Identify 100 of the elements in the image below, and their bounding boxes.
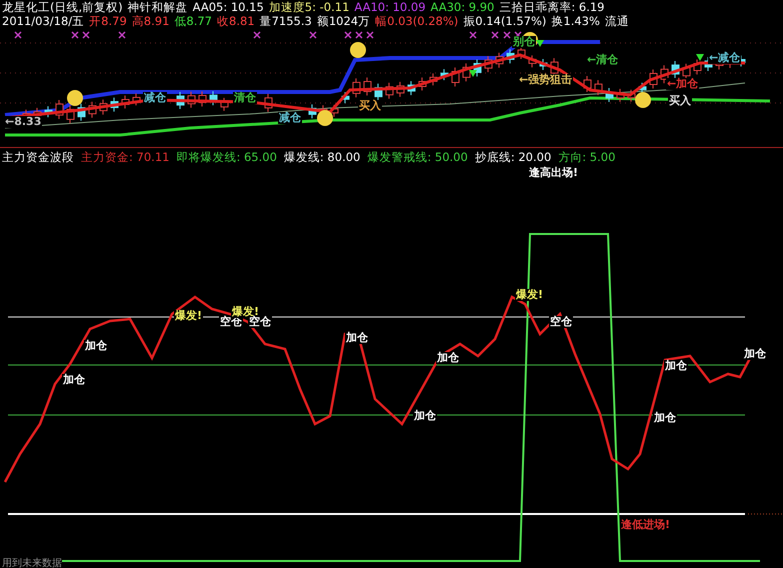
signal-label: 加仓 bbox=[653, 412, 677, 424]
header-text: 幅0.03(0.28%) bbox=[375, 14, 458, 28]
candlestick bbox=[308, 104, 316, 119]
cross-marker-icon bbox=[82, 31, 90, 39]
header-text: 龙星化工(日线,前复权) bbox=[2, 0, 123, 14]
footer-note: 用到未来数据 bbox=[2, 558, 62, 568]
candlestick bbox=[462, 62, 470, 82]
candlestick bbox=[352, 78, 360, 98]
candlestick bbox=[528, 54, 536, 68]
cross-marker-icon bbox=[118, 31, 126, 39]
signal-label: 空仓 bbox=[248, 316, 272, 328]
candlestick bbox=[506, 48, 514, 64]
candlestick bbox=[396, 81, 404, 98]
candlestick bbox=[100, 99, 108, 116]
cross-marker-icon bbox=[14, 31, 22, 39]
indicator-text: 爆发警戒线: 50.00 bbox=[367, 150, 468, 164]
candlestick bbox=[364, 77, 372, 96]
down-arrow-icon bbox=[469, 70, 477, 77]
candlestick bbox=[386, 82, 394, 100]
signal-label: ←加仓 bbox=[666, 78, 700, 90]
signal-label: 逢低进场! bbox=[620, 519, 672, 531]
signal-label: 减仓 bbox=[143, 92, 167, 104]
signal-label: 加仓 bbox=[84, 340, 108, 352]
candlestick bbox=[210, 90, 218, 106]
down-arrow-icon bbox=[536, 40, 544, 47]
candlestick bbox=[342, 92, 350, 104]
candlestick bbox=[88, 101, 96, 118]
indicator-text: 主力资金: 70.11 bbox=[81, 150, 170, 164]
candlestick bbox=[440, 68, 448, 81]
candlestick bbox=[650, 69, 658, 89]
indicator-text: 方向: 5.00 bbox=[558, 150, 616, 164]
header-text: 量7155.3 bbox=[260, 14, 312, 28]
signal-label: 逢高出场! bbox=[528, 167, 580, 179]
signal-label: ←减仓 bbox=[708, 52, 742, 64]
header-text: 收8.81 bbox=[217, 14, 255, 28]
header-text: 振0.14(1.57%) bbox=[463, 14, 546, 28]
candlestick bbox=[122, 95, 130, 109]
candlestick bbox=[408, 80, 416, 96]
candlestick bbox=[66, 104, 74, 124]
header-text: 额1024万 bbox=[316, 14, 370, 28]
candlestick bbox=[430, 72, 438, 86]
cross-marker-icon bbox=[309, 31, 317, 39]
header-text: 开8.79 bbox=[89, 14, 127, 28]
cross-marker-icon bbox=[344, 31, 352, 39]
signal-label: 爆发! bbox=[174, 310, 204, 322]
signal-label: 买入 bbox=[668, 95, 692, 107]
signal-label: 减仓 bbox=[278, 112, 302, 124]
header-text: 低8.77 bbox=[174, 14, 212, 28]
header-text: 换1.43% bbox=[551, 14, 600, 28]
indicator-text: 即将爆发线: 65.00 bbox=[176, 150, 277, 164]
candlestick bbox=[616, 88, 624, 102]
cross-marker-icon bbox=[503, 31, 511, 39]
signal-label: ←强势狙击 bbox=[518, 74, 574, 86]
signal-label: ←8.33 bbox=[4, 116, 42, 128]
candlestick bbox=[132, 92, 140, 106]
signal-label: 买入 bbox=[358, 100, 382, 112]
candlestick bbox=[496, 52, 504, 68]
signal-label: 空仓 bbox=[549, 316, 573, 328]
cross-marker-icon bbox=[355, 31, 363, 39]
candlestick bbox=[220, 97, 228, 112]
signal-label: 加仓 bbox=[413, 410, 437, 422]
indicator-text: 主力资金波段 bbox=[2, 150, 74, 164]
candlestick bbox=[540, 58, 548, 70]
candlestick bbox=[198, 90, 206, 107]
signal-label: 加仓 bbox=[664, 360, 688, 372]
signal-label: 加仓 bbox=[436, 352, 460, 364]
indicator-text: 抄底线: 20.00 bbox=[474, 150, 552, 164]
header-text: 高8.91 bbox=[132, 14, 170, 28]
candlestick bbox=[452, 67, 460, 87]
header-text: 流通 bbox=[604, 14, 629, 28]
header-text: 加速度5: -0.11 bbox=[268, 0, 350, 14]
signal-label: 清仓 bbox=[233, 92, 257, 104]
signal-label: 别仓 bbox=[512, 36, 536, 48]
cross-marker-icon bbox=[491, 31, 499, 39]
signal-label: ←清仓 bbox=[586, 54, 620, 66]
cross-marker-icon bbox=[71, 31, 79, 39]
candlestick bbox=[176, 92, 184, 110]
candlestick bbox=[56, 100, 64, 120]
header-text: AA30: 9.90 bbox=[430, 0, 494, 14]
header-text: 神针和解盘 bbox=[128, 0, 188, 14]
candlestick bbox=[584, 76, 592, 92]
candlestick bbox=[418, 77, 426, 91]
signal-label: 爆发! bbox=[515, 289, 544, 301]
header-text: 三拾日乖离率: 6.19 bbox=[499, 0, 604, 14]
cross-marker-icon bbox=[253, 31, 261, 39]
candlestick bbox=[264, 93, 272, 112]
indicator-text: 爆发线: 80.00 bbox=[284, 150, 360, 164]
cross-marker-icon bbox=[366, 31, 374, 39]
candlestick bbox=[694, 59, 702, 76]
signal-label: 加仓 bbox=[345, 332, 369, 344]
candlestick bbox=[188, 91, 196, 108]
candlestick bbox=[484, 56, 492, 73]
down-arrow-icon bbox=[696, 54, 704, 61]
signal-label: 加仓 bbox=[62, 374, 86, 386]
candlestick bbox=[110, 97, 118, 112]
candlestick bbox=[606, 88, 614, 102]
candlestick bbox=[44, 106, 52, 118]
candlestick bbox=[594, 80, 602, 96]
signal-label: 加仓 bbox=[743, 348, 767, 360]
header-text: 2011/03/18/五 bbox=[2, 14, 84, 28]
